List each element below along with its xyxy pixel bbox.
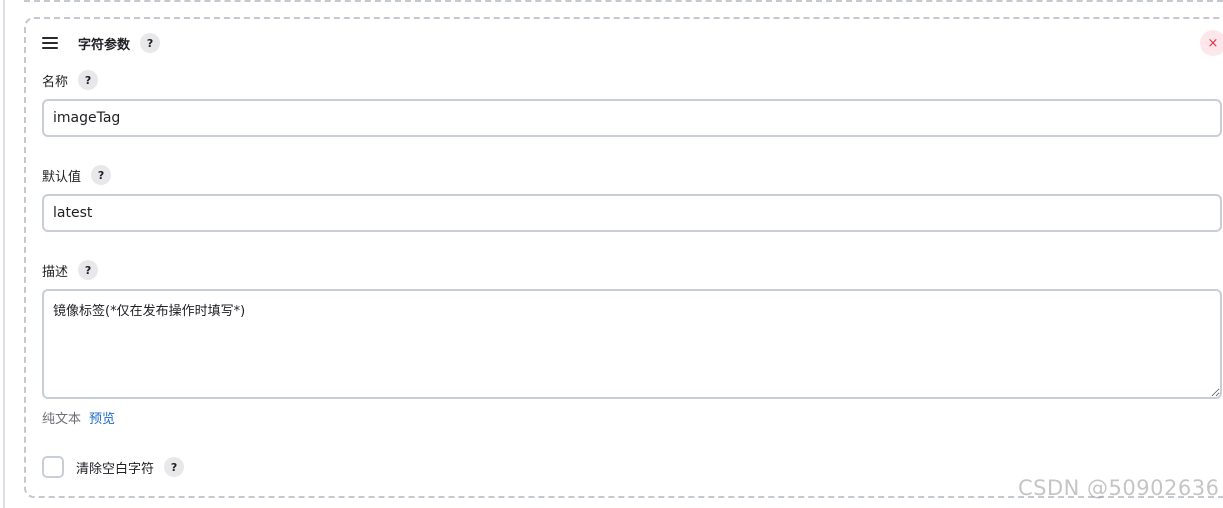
help-icon[interactable]: ?: [78, 260, 99, 280]
description-textarea[interactable]: 镜像标签(*仅在发布操作时填写*): [42, 289, 1222, 399]
trim-option-row: 清除空白字符 ?: [42, 456, 185, 478]
left-guide-line: [3, 0, 5, 508]
name-label: 名称: [42, 74, 69, 90]
help-icon[interactable]: ?: [78, 70, 99, 90]
name-label-row: 名称 ?: [42, 70, 99, 90]
previous-card-border: [24, 0, 1223, 2]
string-parameter-card: [24, 17, 1223, 498]
description-label: 描述: [42, 264, 69, 280]
markup-format-row: 纯文本 预览: [42, 408, 115, 427]
card-title: 字符参数: [78, 37, 131, 53]
description-label-row: 描述 ?: [42, 260, 99, 280]
trim-label: 清除空白字符: [76, 461, 155, 477]
plain-text-label: 纯文本: [42, 412, 82, 427]
close-button[interactable]: ×: [1200, 30, 1223, 56]
drag-handle-icon[interactable]: [42, 37, 58, 49]
close-icon: ×: [1207, 35, 1219, 51]
name-input[interactable]: [42, 99, 1222, 137]
default-value-label: 默认值: [42, 169, 82, 185]
help-icon[interactable]: ?: [164, 457, 185, 477]
card-header: 字符参数 ?: [42, 32, 161, 54]
default-value-label-row: 默认值 ?: [42, 165, 112, 185]
default-value-input[interactable]: [42, 194, 1222, 232]
help-icon[interactable]: ?: [91, 165, 112, 185]
help-icon[interactable]: ?: [140, 33, 161, 53]
trim-checkbox[interactable]: [42, 456, 64, 478]
watermark: CSDN @50902636: [1018, 476, 1220, 500]
preview-link[interactable]: 预览: [89, 408, 115, 427]
